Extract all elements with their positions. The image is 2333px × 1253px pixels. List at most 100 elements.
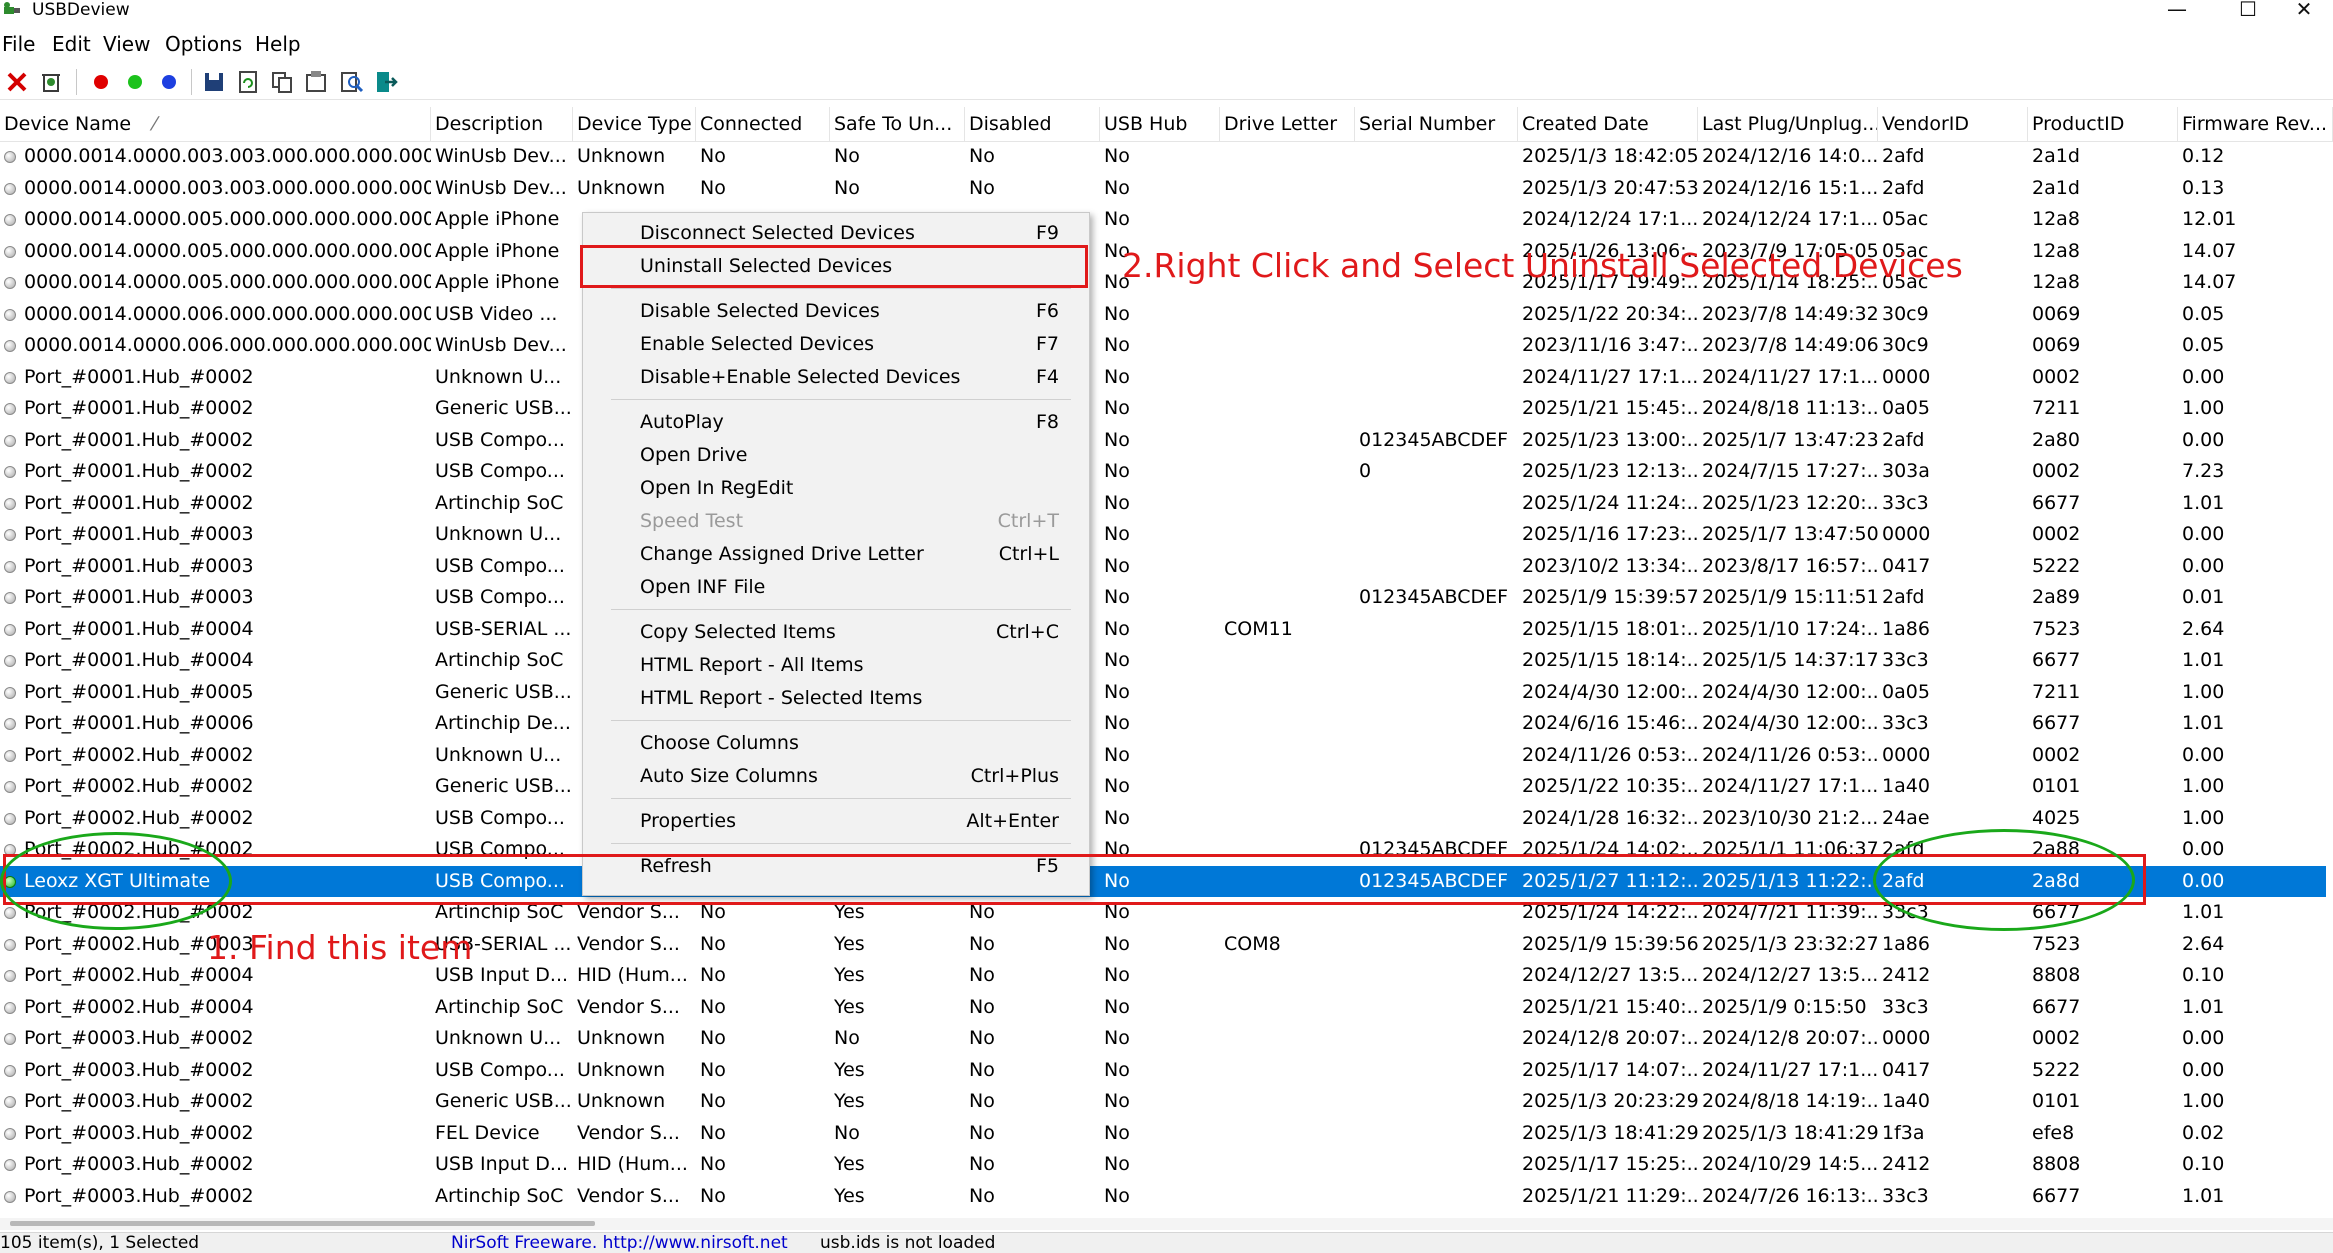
col-connected[interactable]: Connected — [696, 107, 830, 141]
cell-product-id: 0069 — [2032, 334, 2081, 356]
cell-last-plug: 2024/8/18 14:19:... — [1702, 1090, 1878, 1112]
menu-item-html-report-selected-items[interactable]: HTML Report - Selected Items — [583, 682, 1089, 714]
cell-device-name: Port_#0001.Hub_#0002 — [24, 460, 254, 482]
menu-item-change-assigned-drive-letter[interactable]: Change Assigned Drive Letter Ctrl+L — [583, 538, 1089, 570]
table-row[interactable]: Port_#0001.Hub_#0004 USB-SERIAL ... No COM1… — [0, 614, 2333, 646]
menu-item-enable-selected-devices[interactable]: Enable Selected Devices F7 — [583, 328, 1089, 360]
table-row[interactable]: 0000.0014.0000.006.000.000.000.000.000 Wi… — [0, 330, 2333, 362]
cell-product-id: 7523 — [2032, 617, 2081, 640]
properties-icon[interactable] — [303, 69, 329, 95]
menu-item-open-inf-file[interactable]: Open INF File — [583, 571, 1089, 603]
close-window-button[interactable]: ✕ — [2275, 0, 2333, 20]
table-row[interactable]: Port_#0001.Hub_#0002 USB Compo... No 012345… — [0, 425, 2333, 457]
save-icon[interactable] — [201, 69, 227, 95]
cell-last-plug: 2024/12/8 20:07:... — [1702, 1027, 1878, 1049]
scrollbar-thumb[interactable] — [10, 1221, 595, 1226]
table-row[interactable]: Port_#0002.Hub_#0002 Generic USB... No 2025… — [0, 771, 2333, 803]
green-dot-icon[interactable] — [122, 69, 148, 95]
table-row[interactable]: Port_#0001.Hub_#0002 Artinchip SoC No 2025/… — [0, 488, 2333, 520]
refresh-icon[interactable] — [235, 69, 261, 95]
maximize-button[interactable]: ☐ — [2219, 0, 2277, 20]
col-firmware-rev[interactable]: Firmware Rev... — [2178, 107, 2333, 141]
menu-item-open-in-regedit[interactable]: Open In RegEdit — [583, 472, 1089, 504]
col-usb-hub[interactable]: USB Hub — [1100, 107, 1220, 141]
menu-help[interactable]: Help — [255, 32, 301, 56]
table-row[interactable]: Port_#0003.Hub_#0002 USB Compo... Unknown N… — [0, 1055, 2333, 1087]
cell-created-date: 2025/1/23 12:13:... — [1522, 460, 1698, 482]
table-row[interactable]: Port_#0001.Hub_#0002 Generic USB... No 2025… — [0, 393, 2333, 425]
cell-vendor-id: 303a — [1882, 460, 1930, 482]
menu-item-choose-columns[interactable]: Choose Columns — [583, 727, 1089, 759]
table-row[interactable]: 0000.0014.0000.003.003.000.000.000.000 Wi… — [0, 141, 2333, 173]
horizontal-scrollbar[interactable] — [0, 1218, 2333, 1230]
exit-icon[interactable] — [373, 69, 399, 95]
menu-item-disable-selected-devices[interactable]: Disable Selected Devices F6 — [583, 295, 1089, 327]
table-row[interactable]: Port_#0003.Hub_#0002 Generic USB... Unknow… — [0, 1086, 2333, 1118]
menu-item-properties[interactable]: Properties Alt+Enter — [583, 805, 1089, 837]
col-product-id[interactable]: ProductID — [2028, 107, 2178, 141]
menu-item-label: Change Assigned Drive Letter — [640, 543, 924, 565]
table-row[interactable]: Port_#0003.Hub_#0002 FEL Device Vendor S..… — [0, 1118, 2333, 1150]
col-last-plug[interactable]: Last Plug/Unplug... — [1698, 107, 1878, 141]
table-row[interactable]: Port_#0003.Hub_#0002 Artinchip SoC Vendor … — [0, 1181, 2333, 1213]
cell-product-id: 2a1d — [2032, 176, 2080, 199]
find-icon[interactable] — [339, 69, 365, 95]
menu-item-autoplay[interactable]: AutoPlay F8 — [583, 406, 1089, 438]
table-row[interactable]: Port_#0003.Hub_#0002 USB Input D... HID (H… — [0, 1149, 2333, 1181]
col-created-date[interactable]: Created Date — [1518, 107, 1698, 141]
menu-file[interactable]: File — [2, 32, 35, 56]
col-device-type[interactable]: Device Type — [573, 107, 696, 141]
cell-product-id: 7211 — [2032, 680, 2081, 703]
menu-item-copy-selected-items[interactable]: Copy Selected Items Ctrl+C — [583, 616, 1089, 648]
table-row[interactable]: Port_#0002.Hub_#0002 Unknown U... No 2024/1… — [0, 740, 2333, 772]
col-disabled[interactable]: Disabled — [965, 107, 1100, 141]
device-status-icon — [4, 655, 16, 667]
status-nirsoft-link[interactable]: NirSoft Freeware. http://www.nirsoft.net — [451, 1233, 788, 1253]
table-row[interactable]: 0000.0014.0000.003.003.000.000.000.000 Wi… — [0, 173, 2333, 205]
menu-view[interactable]: View — [103, 32, 150, 56]
cell-firmware-rev: 0.00 — [2182, 523, 2225, 545]
uninstall-icon[interactable] — [38, 69, 64, 95]
col-device-name[interactable]: Device Name ⁄ — [0, 107, 431, 141]
col-vendor-id[interactable]: VendorID — [1878, 107, 2028, 141]
cell-description: Artinchip SoC — [435, 491, 564, 514]
table-row[interactable]: Port_#0001.Hub_#0003 USB Compo... No 2023/1… — [0, 551, 2333, 583]
cell-vendor-id: 0000 — [1882, 365, 1931, 388]
cell-product-id: 7211 — [2032, 397, 2081, 419]
table-row[interactable]: Port_#0001.Hub_#0002 USB Compo... No 0 2025/… — [0, 456, 2333, 488]
table-row[interactable]: Port_#0002.Hub_#0004 Artinchip SoC Vendor … — [0, 992, 2333, 1024]
table-row[interactable]: Port_#0001.Hub_#0002 Unknown U... No 2024/1… — [0, 362, 2333, 394]
uninstall-highlight-box — [580, 245, 1088, 288]
cell-last-plug: 2024/7/26 16:13:... — [1702, 1184, 1878, 1207]
red-dot-icon[interactable] — [88, 69, 114, 95]
device-status-icon — [4, 151, 16, 163]
col-description[interactable]: Description — [431, 107, 573, 141]
blue-dot-icon[interactable] — [156, 69, 182, 95]
table-row[interactable]: Port_#0001.Hub_#0003 USB Compo... No 012345… — [0, 582, 2333, 614]
cell-product-id: 12a8 — [2032, 239, 2080, 262]
table-row[interactable]: 0000.0014.0000.006.000.000.000.000.000 US… — [0, 299, 2333, 331]
table-row[interactable]: Port_#0001.Hub_#0005 Generic USB... No 2024… — [0, 677, 2333, 709]
table-row[interactable]: Port_#0001.Hub_#0006 Artinchip De... No 202… — [0, 708, 2333, 740]
device-status-icon — [4, 1159, 16, 1171]
cell-description: Apple iPhone — [435, 271, 560, 293]
menu-item-auto-size-columns[interactable]: Auto Size Columns Ctrl+Plus — [583, 760, 1089, 792]
delete-icon[interactable] — [4, 69, 30, 95]
menu-item-disable-enable-selected-devices[interactable]: Disable+Enable Selected Devices F4 — [583, 361, 1089, 393]
table-row[interactable]: Port_#0001.Hub_#0004 Artinchip SoC No 2025/… — [0, 645, 2333, 677]
copy-icon[interactable] — [269, 69, 295, 95]
menu-item-html-report-all-items[interactable]: HTML Report - All Items — [583, 649, 1089, 681]
col-safe-to-unplug[interactable]: Safe To Un... — [830, 107, 965, 141]
menu-edit[interactable]: Edit — [52, 32, 91, 56]
col-serial-number[interactable]: Serial Number — [1355, 107, 1518, 141]
menu-item-open-drive[interactable]: Open Drive — [583, 439, 1089, 471]
table-row[interactable]: 0000.0014.0000.005.000.000.000.000.000 Ap… — [0, 204, 2333, 236]
cell-firmware-rev: 1.01 — [2182, 491, 2225, 514]
menu-options[interactable]: Options — [165, 32, 242, 56]
col-drive-letter[interactable]: Drive Letter — [1220, 107, 1355, 141]
cell-connected: No — [700, 1090, 726, 1112]
table-row[interactable]: Port_#0001.Hub_#0003 Unknown U... No 2025/1… — [0, 519, 2333, 551]
table-row[interactable]: Port_#0003.Hub_#0002 Unknown U... Unknown N… — [0, 1023, 2333, 1055]
device-status-icon — [4, 592, 16, 604]
minimize-button[interactable]: — — [2148, 0, 2206, 20]
